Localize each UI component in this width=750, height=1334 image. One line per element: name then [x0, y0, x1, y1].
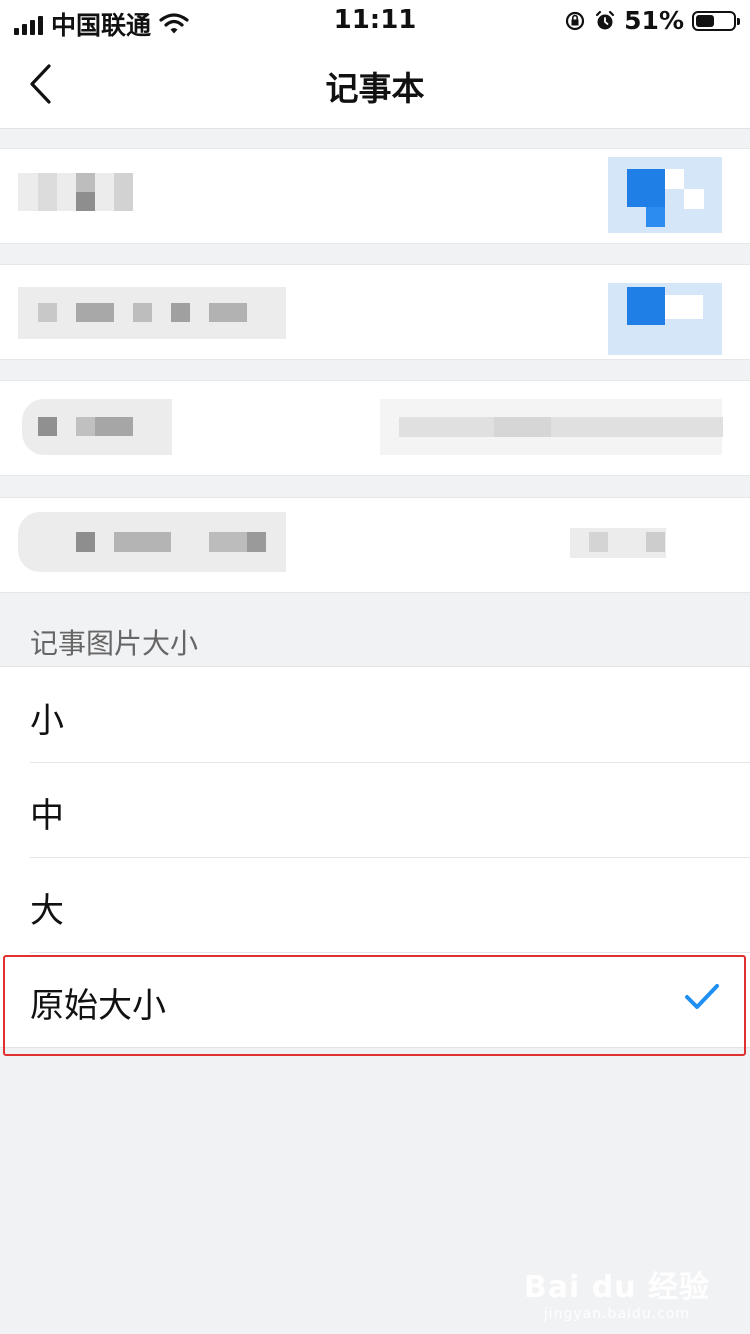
image-size-options: 小 中 大 原始大小: [0, 666, 750, 1048]
navigation-bar: 记事本: [0, 40, 750, 129]
redacted-setting-row-2[interactable]: [0, 264, 750, 360]
watermark: Bai du 经验 jingyan.baidu.com: [524, 1262, 710, 1322]
redacted-setting-row-4[interactable]: [0, 497, 750, 593]
option-label: 原始大小: [30, 986, 166, 1026]
section-title: 记事图片大小: [30, 627, 199, 660]
battery-icon: [692, 10, 740, 31]
redacted-setting-row-1[interactable]: [0, 148, 750, 244]
watermark-url: jingyan.baidu.com: [543, 1306, 691, 1322]
option-label: 小: [30, 701, 64, 741]
rotation-lock-icon: [566, 11, 585, 30]
redacted-setting-row-3[interactable]: [0, 380, 750, 476]
watermark-logo: Bai du 经验: [523, 1270, 710, 1305]
option-original-size[interactable]: 原始大小: [0, 952, 750, 1047]
alarm-icon: [596, 10, 615, 29]
option-label: 中: [30, 796, 64, 836]
status-bar: 中国联通 11:11 51%: [0, 0, 750, 40]
option-label: 大: [30, 891, 64, 931]
option-large[interactable]: 大: [0, 857, 750, 952]
battery-percent: 51%: [624, 6, 684, 35]
page-title: 记事本: [325, 69, 425, 108]
option-small[interactable]: 小: [0, 667, 750, 762]
checkmark-icon: [685, 984, 719, 1009]
option-medium[interactable]: 中: [0, 762, 750, 857]
